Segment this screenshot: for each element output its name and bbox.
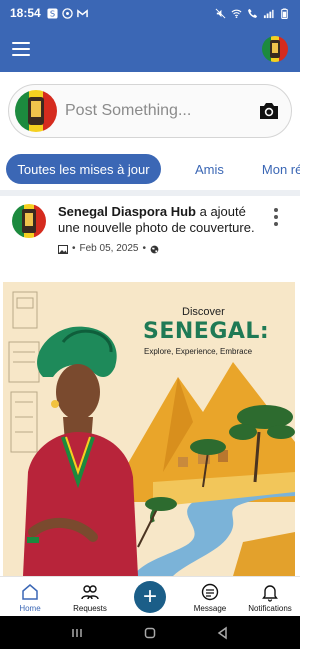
signal-icon (263, 9, 274, 18)
post-composer[interactable]: Post Something... (8, 84, 292, 138)
home-system-icon[interactable] (143, 626, 157, 640)
plus-icon: + (142, 583, 157, 610)
back-icon[interactable] (216, 626, 230, 640)
globe-icon (150, 245, 159, 253)
status-system-icons (215, 7, 290, 19)
nav-requests[interactable]: Requests (60, 577, 120, 616)
more-options-icon[interactable] (274, 208, 278, 226)
image-subtitle: Explore, Experience, Embrace (144, 347, 253, 356)
bottom-navigation: Home Requests + Message Notifications (0, 576, 300, 616)
fab-slot: + (120, 577, 180, 616)
status-notification-icons: S (47, 7, 88, 19)
image-title: SENEGAL: (143, 319, 270, 344)
feed-tabs: Toutes les mises à jour Amis Mon réseau (0, 150, 300, 188)
nav-home-label: Home (19, 604, 41, 613)
users-icon (81, 585, 99, 600)
senegal-logo-avatar (262, 36, 288, 62)
post-author-avatar[interactable] (12, 204, 46, 238)
gmail-icon (76, 8, 88, 17)
post-meta: • Feb 05, 2025 • (58, 241, 258, 257)
composer-placeholder[interactable]: Post Something... (65, 102, 257, 120)
status-time: 18:54 (10, 6, 41, 20)
chat-icon (201, 583, 219, 601)
nav-notifications[interactable]: Notifications (240, 577, 300, 616)
tab-my-network[interactable]: Mon réseau (262, 162, 300, 177)
nav-home[interactable]: Home (0, 577, 60, 616)
nav-requests-label: Requests (73, 604, 107, 613)
post-header: Senegal Diaspora Hub a ajouté une nouvel… (0, 196, 300, 265)
post-cover-image[interactable]: Discover SENEGAL: Explore, Experience, E… (3, 282, 295, 576)
menu-icon[interactable] (12, 42, 30, 56)
wifi-icon (231, 9, 242, 18)
nav-notifications-label: Notifications (248, 604, 292, 613)
post-composer-section: Post Something... (0, 72, 300, 150)
dot-separator-icon: • (142, 243, 146, 254)
feed-post: Senegal Diaspora Hub a ajouté une nouvel… (0, 196, 300, 576)
bell-icon (262, 585, 278, 602)
message-circle-icon (61, 7, 73, 19)
image-icon (58, 244, 68, 254)
post-date: Feb 05, 2025 (79, 243, 139, 254)
mute-icon (215, 8, 226, 18)
nav-message[interactable]: Message (180, 577, 240, 616)
status-bar: 18:54 S (0, 0, 300, 26)
call-icon (248, 8, 258, 18)
create-post-button[interactable]: + (134, 581, 166, 613)
recent-apps-icon[interactable] (70, 626, 84, 640)
app-s-icon: S (47, 7, 58, 19)
svg-text:S: S (50, 8, 55, 18)
post-author-name[interactable]: Senegal Diaspora Hub (58, 204, 196, 219)
tab-all-updates[interactable]: Toutes les mises à jour (6, 154, 161, 184)
battery-icon (281, 7, 288, 19)
system-navigation-bar (0, 616, 300, 649)
tab-friends[interactable]: Amis (195, 162, 224, 177)
camera-icon[interactable] (257, 99, 281, 123)
image-kicker: Discover (182, 306, 225, 318)
home-icon (22, 584, 38, 600)
app-bar (0, 26, 300, 72)
dot-separator-icon: • (72, 243, 76, 254)
composer-avatar (15, 90, 57, 132)
profile-avatar[interactable] (262, 36, 288, 62)
post-body: Senegal Diaspora Hub a ajouté une nouvel… (58, 204, 258, 257)
nav-message-label: Message (193, 604, 227, 613)
